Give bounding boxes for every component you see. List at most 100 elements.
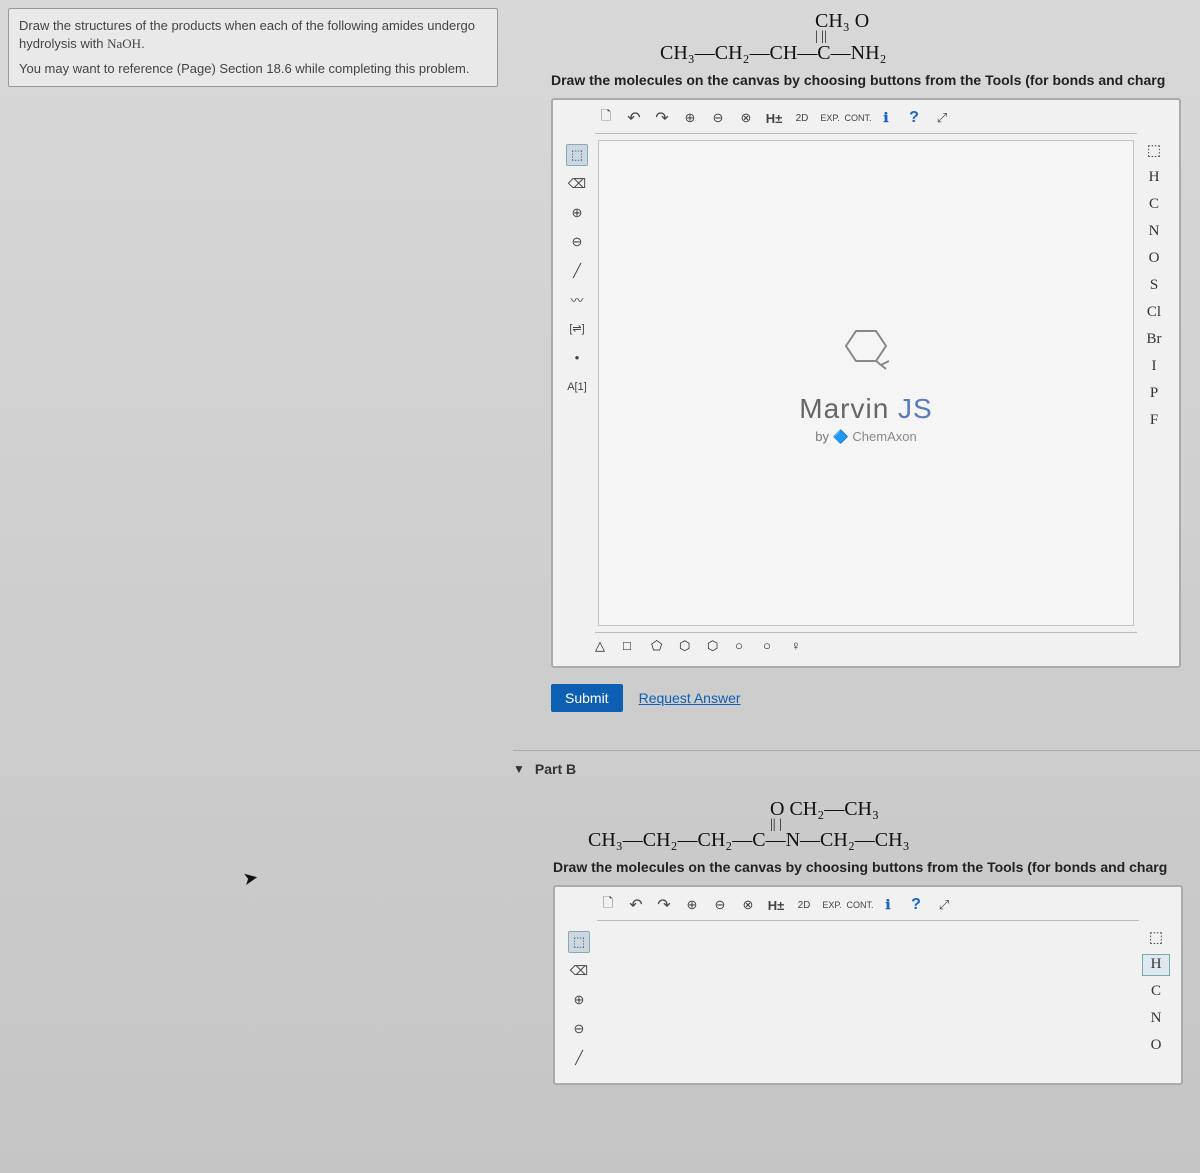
hexagon-ring[interactable]: ⬡ (679, 638, 697, 656)
contract-button[interactable]: CONT. (849, 894, 871, 916)
request-answer-link[interactable]: Request Answer (639, 690, 741, 706)
zoom-out-icon[interactable]: ⊖ (709, 894, 731, 916)
zoom-out-icon[interactable]: ⊖ (707, 107, 729, 129)
reaction-tool[interactable]: [⇌] (566, 318, 588, 340)
element-o[interactable]: O (1140, 248, 1168, 270)
submit-button[interactable]: Submit (551, 684, 623, 712)
naphthalene-ring[interactable]: ♀ (791, 638, 809, 656)
clear-icon[interactable]: ⊗ (737, 894, 759, 916)
collapse-chevron-icon[interactable]: ▼ (513, 762, 525, 776)
zoom-in-icon[interactable]: ⊕ (679, 107, 701, 129)
expand-button[interactable]: EXP. (821, 894, 843, 916)
element-h[interactable]: H (1140, 167, 1168, 189)
top-toolbar-b: 🗋 ↶ ↷ ⊕ ⊖ ⊗ H± 2D EXP. CONT. ℹ ? ⤢ (597, 895, 1139, 921)
canvas-instruction-a: Draw the molecules on the canvas by choo… (551, 72, 1200, 88)
square-ring[interactable]: □ (623, 638, 641, 656)
hydrogen-toggle[interactable]: H± (763, 107, 785, 129)
eraser-tool[interactable]: ⌫ (566, 173, 588, 195)
view-2d[interactable]: 2D (793, 894, 815, 916)
info-icon[interactable]: ℹ (877, 894, 899, 916)
prompt-reference: You may want to reference (Page) Section… (19, 60, 487, 78)
info-icon[interactable]: ℹ (875, 107, 897, 129)
formula-bond-row: | || (660, 32, 1200, 42)
cycloheptane-ring[interactable]: ○ (735, 638, 753, 656)
expand-button[interactable]: EXP. (819, 107, 841, 129)
element-s[interactable]: S (1140, 275, 1168, 297)
clear-icon[interactable]: ⊗ (735, 107, 757, 129)
element-n[interactable]: N (1142, 1008, 1170, 1030)
by-text: by (815, 429, 829, 444)
formula-top-row: CH₃ O (660, 10, 1200, 32)
periodic-table-icon[interactable]: ⬚ (1140, 140, 1168, 162)
left-toolbar-b: ⬚ ⌫ ⊕ ⊖ ╱ (565, 931, 593, 1069)
charge-minus-tool[interactable]: ⊖ (568, 1018, 590, 1040)
submit-row: Submit Request Answer (551, 684, 1200, 712)
periodic-table-icon[interactable]: ⬚ (1142, 927, 1170, 949)
zoom-in-icon[interactable]: ⊕ (681, 894, 703, 916)
element-toolbar: ⬚ H C N O S Cl Br I P F (1139, 140, 1169, 432)
charge-minus-tool[interactable]: ⊖ (566, 231, 588, 253)
logo-marvin: Marvin (799, 393, 889, 424)
atom-map-tool[interactable]: A[1] (566, 376, 588, 398)
charge-plus-tool[interactable]: ⊕ (566, 202, 588, 224)
amide-structure-b: O CH₂—CH₃ || | CH₃—CH₂—CH₂—C—N—CH₂—CH₃ (588, 799, 1200, 851)
part-b-header[interactable]: ▼ Part B (513, 761, 1200, 777)
charge-plus-tool[interactable]: ⊕ (568, 989, 590, 1011)
help-icon[interactable]: ? (905, 894, 927, 916)
help-icon[interactable]: ? (903, 107, 925, 129)
marvin-logo-text: Marvin JS (799, 393, 932, 425)
answer-column: CH₃ O | || CH₃—CH₂—CH—C—NH₂ Draw the mol… (545, 0, 1200, 1173)
single-bond-tool[interactable]: ╱ (566, 260, 588, 282)
undo-icon[interactable]: ↶ (623, 107, 645, 129)
triangle-ring[interactable]: △ (595, 638, 613, 656)
benzene-ring[interactable]: ⬡ (707, 638, 725, 656)
element-o[interactable]: O (1142, 1035, 1170, 1057)
formula-b-bot: CH₃—CH₂—CH₂—C—N—CH₂—CH₃ (588, 830, 1200, 851)
part-b-title: Part B (535, 761, 576, 777)
select-tool[interactable]: ⬚ (568, 931, 590, 953)
eraser-tool[interactable]: ⌫ (568, 960, 590, 982)
element-toolbar-b: ⬚ H C N O (1141, 927, 1171, 1057)
top-toolbar: 🗋 ↶ ↷ ⊕ ⊖ ⊗ H± 2D EXP. CONT. ℹ ? ⤢ (595, 108, 1137, 134)
element-p[interactable]: P (1140, 383, 1168, 405)
element-c[interactable]: C (1140, 194, 1168, 216)
chemaxon-credit: by 🔷 ChemAxon (815, 429, 916, 445)
period: . (141, 36, 145, 51)
new-icon[interactable]: 🗋 (597, 894, 619, 916)
element-cl[interactable]: Cl (1140, 302, 1168, 324)
lone-pair-tool[interactable]: • (566, 347, 588, 369)
element-n[interactable]: N (1140, 221, 1168, 243)
chain-bond-tool[interactable]: 〰 (566, 289, 588, 311)
hydrogen-toggle[interactable]: H± (765, 894, 787, 916)
redo-icon[interactable]: ↷ (653, 894, 675, 916)
select-tool[interactable]: ⬚ (566, 144, 588, 166)
formula-bottom-row: CH₃—CH₂—CH—C—NH₂ (660, 42, 1200, 64)
mouse-cursor-icon: ➤ (241, 867, 260, 890)
element-c[interactable]: C (1142, 981, 1170, 1003)
cyclooctane-ring[interactable]: ○ (763, 638, 781, 656)
marvin-logo-icon (841, 321, 891, 371)
contract-button[interactable]: CONT. (847, 107, 869, 129)
fullscreen-icon[interactable]: ⤢ (931, 107, 953, 129)
prompt-text: Draw the structures of the products when… (19, 18, 475, 51)
drawing-canvas[interactable]: Marvin JS by 🔷 ChemAxon (598, 140, 1134, 626)
view-2d[interactable]: 2D (791, 107, 813, 129)
redo-icon[interactable]: ↷ (651, 107, 673, 129)
logo-js: JS (898, 393, 933, 424)
naoh-text: NaOH (107, 36, 141, 51)
fullscreen-icon[interactable]: ⤢ (933, 894, 955, 916)
undo-icon[interactable]: ↶ (625, 894, 647, 916)
element-f[interactable]: F (1140, 410, 1168, 432)
element-br[interactable]: Br (1140, 329, 1168, 351)
element-h[interactable]: H (1142, 954, 1170, 976)
left-toolbar: ⬚ ⌫ ⊕ ⊖ ╱ 〰 [⇌] • A[1] (563, 144, 591, 398)
new-icon[interactable]: 🗋 (595, 107, 617, 129)
single-bond-tool[interactable]: ╱ (568, 1047, 590, 1069)
pentagon-ring[interactable]: ⬠ (651, 638, 669, 656)
formula-b-top: O CH₂—CH₃ (588, 799, 1200, 820)
part-b-section: ▼ Part B O CH₂—CH₃ || | CH₃—CH₂—CH₂—C—N—… (513, 750, 1200, 1085)
element-i[interactable]: I (1140, 356, 1168, 378)
prompt-line-1: Draw the structures of the products when… (19, 17, 487, 52)
question-prompt-box: Draw the structures of the products when… (8, 8, 498, 87)
ring-toolbar: △ □ ⬠ ⬡ ⬡ ○ ○ ♀ (595, 632, 1137, 658)
